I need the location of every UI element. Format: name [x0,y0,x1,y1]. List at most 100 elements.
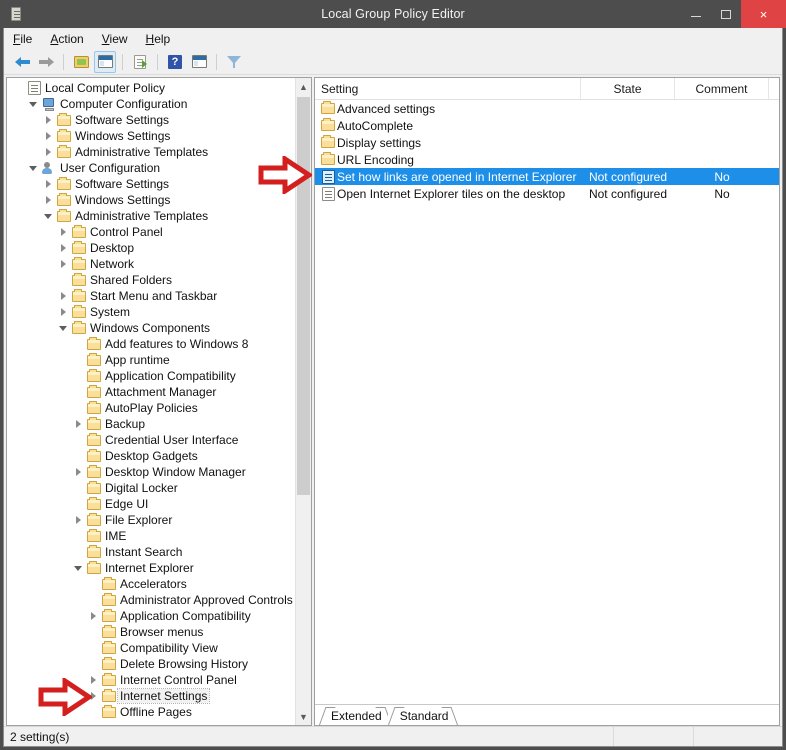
tree-node[interactable]: Internet Explorer [7,560,295,576]
table-row[interactable]: AutoComplete [315,117,779,134]
close-button[interactable]: × [741,0,786,28]
expand-triangle-icon[interactable] [71,468,85,476]
tree-node[interactable]: Accelerators [7,576,295,592]
mmc-console-icon [8,6,24,22]
table-row[interactable]: URL Encoding [315,151,779,168]
maximize-button[interactable] [711,0,741,28]
menu-view[interactable]: View [102,30,137,48]
column-header-state[interactable]: State [581,78,675,99]
expand-triangle-icon[interactable] [41,132,55,140]
tree-node[interactable]: Instant Search [7,544,295,560]
tree-node[interactable]: Network [7,256,295,272]
tree-node[interactable]: Add features to Windows 8 [7,336,295,352]
triangle-glyph [44,213,52,219]
list-header: Setting State Comment [315,78,779,100]
view-tabs: Extended Standard [315,704,779,725]
tree-node[interactable]: Application Compatibility [7,368,295,384]
table-row[interactable]: Display settings [315,134,779,151]
menu-help[interactable]: Help [146,30,180,48]
tree-node[interactable]: Desktop [7,240,295,256]
forward-button[interactable] [35,51,57,73]
expand-triangle-icon[interactable] [56,308,70,316]
tree-node[interactable]: Backup [7,416,295,432]
client-area: File Action View Help ? Local Computer P… [3,28,783,747]
collapse-triangle-icon[interactable] [56,325,70,331]
tree-node[interactable]: Start Menu and Taskbar [7,288,295,304]
tree-node-label: Control Panel [90,225,163,239]
show-hide-console-tree-button[interactable] [94,50,116,73]
tab-extended[interactable]: Extended [319,707,392,725]
tree-node[interactable]: Shared Folders [7,272,295,288]
properties-button[interactable] [188,51,210,73]
tree-node[interactable]: Control Panel [7,224,295,240]
tree-node[interactable]: Desktop Gadgets [7,448,295,464]
tree-node[interactable]: App runtime [7,352,295,368]
tree-node[interactable]: Windows Settings [7,128,295,144]
collapse-triangle-icon[interactable] [26,165,40,171]
collapse-triangle-icon[interactable] [26,101,40,107]
up-one-level-button[interactable] [70,51,92,73]
tree-node[interactable]: Attachment Manager [7,384,295,400]
folder-icon [321,118,335,131]
status-bar: 2 setting(s) [4,726,782,746]
tree-node-icon [100,624,118,638]
table-row[interactable]: Open Internet Explorer tiles on the desk… [315,185,779,202]
tree-node[interactable]: Browser menus [7,624,295,640]
tree-node[interactable]: Application Compatibility [7,608,295,624]
expand-triangle-icon[interactable] [41,116,55,124]
tree-node[interactable]: AutoPlay Policies [7,400,295,416]
expand-triangle-icon[interactable] [41,180,55,188]
tree-node[interactable]: Compatibility View [7,640,295,656]
export-list-button[interactable] [129,51,151,73]
tree-node[interactable]: Software Settings [7,176,295,192]
folder-icon [57,112,71,126]
console-tree[interactable]: Local Computer Policy Computer Configurat… [7,78,295,725]
expand-triangle-icon[interactable] [41,196,55,204]
tree-node[interactable]: IME [7,528,295,544]
expand-triangle-icon[interactable] [56,260,70,268]
expand-triangle-icon[interactable] [86,612,100,620]
tree-node[interactable]: Windows Settings [7,192,295,208]
filter-button[interactable] [223,51,245,73]
expand-triangle-icon[interactable] [41,148,55,156]
back-button[interactable] [11,51,33,73]
menu-action[interactable]: Action [50,30,92,48]
settings-list[interactable]: Advanced settings AutoComplete Display set… [315,100,779,704]
collapse-triangle-icon[interactable] [41,213,55,219]
column-header-setting[interactable]: Setting [315,78,581,99]
table-row[interactable]: Advanced settings [315,100,779,117]
expand-triangle-icon[interactable] [71,420,85,428]
folder-icon [57,208,71,222]
tree-node[interactable]: System [7,304,295,320]
tree-node[interactable]: Software Settings [7,112,295,128]
tree-node[interactable]: Windows Components [7,320,295,336]
scroll-up-button[interactable]: ▲ [296,78,311,95]
tree-node[interactable]: User Configuration [7,160,295,176]
tree-node[interactable]: File Explorer [7,512,295,528]
tree-node[interactable]: Administrative Templates [7,144,295,160]
minimize-button[interactable] [681,0,711,28]
expand-triangle-icon[interactable] [56,228,70,236]
expand-triangle-icon[interactable] [71,516,85,524]
tree-node[interactable]: Delete Browsing History [7,656,295,672]
tree-node[interactable]: Credential User Interface [7,432,295,448]
help-button[interactable]: ? [164,51,186,73]
tree-node[interactable]: Administrative Templates [7,208,295,224]
folder-icon [87,352,101,366]
expand-triangle-icon[interactable] [56,292,70,300]
tab-standard[interactable]: Standard [387,707,459,725]
folder-icon [321,135,335,148]
tree-node[interactable]: Desktop Window Manager [7,464,295,480]
menu-file[interactable]: File [13,30,41,48]
tree-node[interactable]: Administrator Approved Controls [7,592,295,608]
scroll-down-button[interactable]: ▼ [296,708,311,725]
tree-node[interactable]: Computer Configuration [7,96,295,112]
tree-node[interactable]: Local Computer Policy [7,80,295,96]
tree-node[interactable]: Digital Locker [7,480,295,496]
table-row[interactable]: Set how links are opened in Internet Exp… [315,168,779,185]
expand-triangle-icon[interactable] [56,244,70,252]
column-header-comment[interactable]: Comment [675,78,769,99]
tree-node[interactable]: Edge UI [7,496,295,512]
collapse-triangle-icon[interactable] [71,565,85,571]
tree-node-icon [70,320,88,334]
